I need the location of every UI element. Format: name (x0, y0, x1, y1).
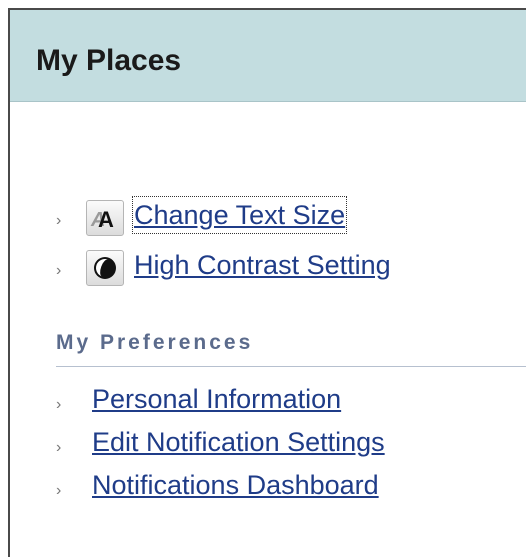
my-places-window: My Places › A A Change Text Size › High … (0, 0, 526, 557)
chevron-right-icon: › (56, 212, 62, 229)
my-places-panel: My Places › A A Change Text Size › High … (8, 8, 526, 557)
chevron-right-icon: › (56, 439, 62, 456)
panel-title: My Places (36, 44, 182, 77)
contrast-icon[interactable] (86, 250, 124, 286)
personal-information-link[interactable]: Personal Information (92, 382, 341, 416)
chevron-right-icon: › (56, 482, 62, 499)
cropped-text-strip (0, 0, 526, 8)
edit-notification-settings-link[interactable]: Edit Notification Settings (92, 425, 385, 459)
panel-header: My Places (10, 10, 526, 102)
section-divider (56, 366, 526, 367)
my-preferences-heading: My Preferences (56, 331, 254, 354)
chevron-right-icon: › (56, 396, 62, 413)
svg-text:A: A (98, 207, 114, 232)
change-text-size-link[interactable]: Change Text Size (131, 196, 348, 234)
high-contrast-setting-link[interactable]: High Contrast Setting (134, 248, 391, 282)
notifications-dashboard-link[interactable]: Notifications Dashboard (92, 468, 379, 502)
chevron-right-icon: › (56, 262, 62, 279)
text-size-icon[interactable]: A A (86, 200, 124, 236)
